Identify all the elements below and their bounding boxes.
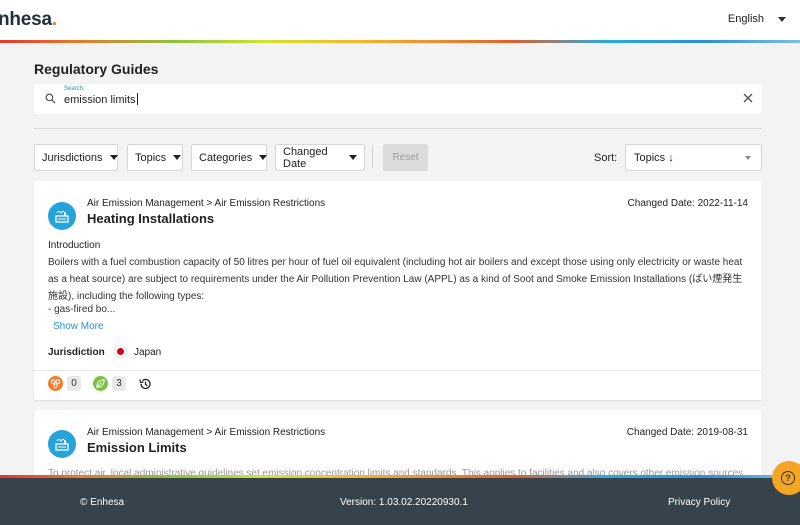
chevron-down-icon [259,155,268,160]
chevron-down-icon [745,156,751,160]
chevron-down-icon [173,155,182,160]
card-divider [34,370,762,371]
divider [34,128,762,129]
reset-button[interactable]: Reset [383,144,428,171]
brand-stripe [0,40,800,43]
history-icon[interactable] [138,377,152,391]
jurisdictions-filter-label: Jurisdictions [42,151,103,164]
help-button[interactable]: ? [772,461,800,495]
stat-count: 0 [67,376,81,391]
topic-breadcrumb[interactable]: Air Emission Management > Air Emission R… [87,427,325,438]
search-icon [45,93,56,104]
chevron-down-icon [109,155,118,160]
enhesa-logo[interactable]: nhesa. [0,9,57,31]
filter-separator [372,146,373,168]
topics-filter[interactable]: Topics [127,144,183,171]
jurisdiction-value: Japan [134,347,162,358]
chevron-down-icon [349,155,357,160]
sort-value: Topics ↓ [634,152,674,164]
intro-extra: - gas-fired bo... [48,304,116,315]
sort-select[interactable]: Topics ↓ [625,144,762,171]
search-field[interactable]: Search emission limits [34,84,762,114]
intro-text: Boilers with a fuel combustion capacity … [48,257,743,302]
close-icon[interactable] [742,92,754,104]
factory-emission-icon [48,202,76,230]
help-icon: ? [781,471,795,485]
copyright: © Enhesa [80,497,125,508]
changed-date-filter[interactable]: Changed Date [275,144,365,171]
topics-filter-label: Topics [135,151,167,164]
categories-filter-label: Categories [199,151,253,164]
footer: © Enhesa Version: 1.03.02.20220930.1 Pri… [0,478,800,525]
categories-filter[interactable]: Categories [191,144,268,171]
changed-date: Changed Date: 2022-11-14 [627,198,748,209]
search-label: Search [64,86,84,92]
changed-date: Changed Date: 2019-08-31 [626,427,748,438]
leaf-icon[interactable] [93,376,108,391]
result-card[interactable]: Air Emission Management > Air Emission R… [34,181,762,400]
privacy-policy-link[interactable]: Privacy Policy [668,497,730,508]
language-label: English [727,13,764,25]
page-title: Regulatory Guides [34,61,159,77]
result-title[interactable]: Heating Installations [87,211,214,226]
top-bar: nhesa. English [0,0,800,40]
sort-label: Sort: [594,152,618,164]
jurisdiction-label: Jurisdiction [48,347,105,358]
factory-emission-icon [48,430,76,458]
intro-heading: Introduction [48,240,101,251]
changed-date-filter-label: Changed Date [283,145,328,170]
search-input[interactable]: emission limits [64,93,138,106]
topic-breadcrumb[interactable]: Air Emission Management > Air Emission R… [87,198,325,209]
stat-count: 3 [112,376,126,391]
hub-icon[interactable] [48,376,63,391]
chevron-down-icon [778,16,786,22]
language-selector[interactable]: English [728,13,786,25]
jurisdictions-filter[interactable]: Jurisdictions [34,144,118,171]
result-title[interactable]: Emission Limits [87,440,187,455]
show-more-link[interactable]: Show More [53,321,104,332]
japan-flag-icon [114,345,127,358]
version: Version: 1.03.02.20220930.1 [340,497,468,508]
